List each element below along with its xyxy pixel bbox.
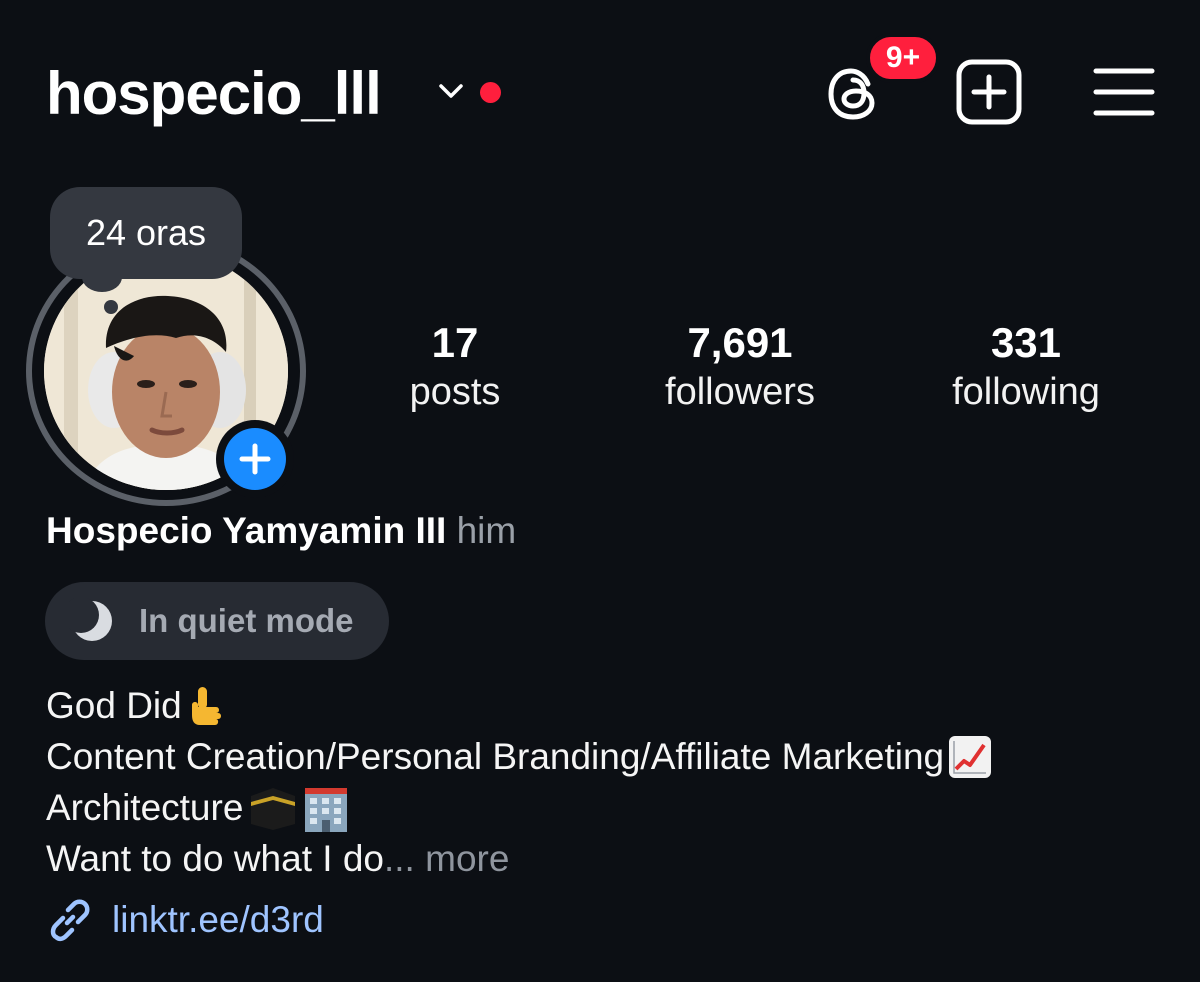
chart-increasing-icon xyxy=(949,735,992,778)
followers-count: 7,691 xyxy=(687,319,793,366)
bio-link-row[interactable]: linktr.ee/d3rd xyxy=(46,896,324,944)
add-story-button[interactable] xyxy=(216,420,294,498)
link-icon xyxy=(50,899,90,942)
pointing-up-emoji-icon xyxy=(191,686,221,725)
bio-line-3-text: Architecture xyxy=(46,787,244,828)
profile-note-text: 24 oras xyxy=(85,212,207,253)
bio-line-4: Want to do what I do... more xyxy=(46,833,992,884)
profile-page: hospecio_lll 9+ 24 oras 17 posts 7,691 f… xyxy=(0,0,1200,982)
note-bubble-dot xyxy=(104,300,118,314)
unread-dot xyxy=(480,82,501,103)
bio-line-4-text: Want to do what I do xyxy=(46,838,384,879)
bio-link[interactable]: linktr.ee/d3rd xyxy=(112,899,324,941)
profile-note[interactable]: 24 oras xyxy=(50,187,242,279)
following-count: 331 xyxy=(990,319,1062,366)
bio-line-1: God Did xyxy=(46,680,992,731)
posts-stat[interactable]: 17 posts xyxy=(325,318,585,416)
more-link[interactable]: more xyxy=(415,833,509,884)
followers-stat[interactable]: 7,691 followers xyxy=(610,318,870,416)
following-label: following xyxy=(952,371,1100,413)
hamburger-menu-icon[interactable] xyxy=(1093,66,1155,118)
followers-label: followers xyxy=(665,371,815,413)
bio-line-3: Architecture xyxy=(46,782,992,833)
posts-label: posts xyxy=(409,371,501,413)
moon-icon xyxy=(69,598,112,641)
name-row: Hospecio Yamyamin III him xyxy=(46,508,516,554)
bio-line-2: Content Creation/Personal Branding/Affil… xyxy=(46,731,992,782)
notification-badge: 9+ xyxy=(866,33,940,83)
following-stat[interactable]: 331 following xyxy=(896,318,1156,416)
office-building-icon xyxy=(305,787,348,832)
bio: God Did Content Creation/Personal Brandi… xyxy=(46,680,992,884)
pronoun: him xyxy=(456,510,517,551)
kaaba-icon xyxy=(251,787,296,830)
plus-square-icon[interactable] xyxy=(955,58,1023,126)
bio-line-2-text: Content Creation/Personal Branding/Affil… xyxy=(46,736,945,777)
username[interactable]: hospecio_lll xyxy=(46,58,382,130)
display-name: Hospecio Yamyamin III xyxy=(46,510,447,551)
plus-circle-icon xyxy=(224,428,286,490)
posts-count: 17 xyxy=(431,319,479,366)
quiet-mode-chip[interactable]: In quiet mode xyxy=(45,582,389,660)
quiet-mode-label: In quiet mode xyxy=(139,602,354,639)
bio-ellipsis: ... xyxy=(384,838,415,879)
bio-line-1-text: God Did xyxy=(46,685,182,726)
chevron-down-icon[interactable] xyxy=(436,80,466,102)
